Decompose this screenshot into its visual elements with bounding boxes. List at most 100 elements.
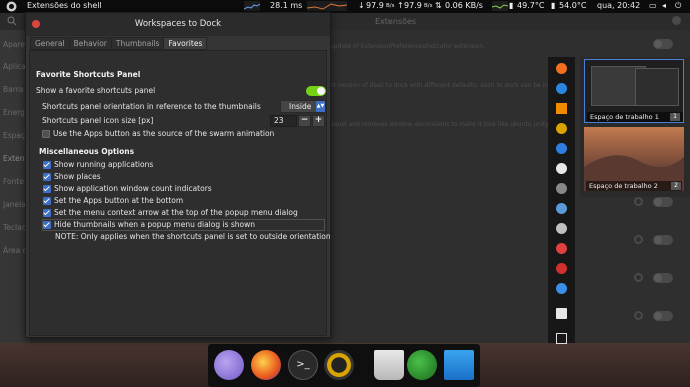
chevron-updown-icon: ▲▼ — [316, 101, 325, 112]
extension-description: et version of dash to dock with differen… — [330, 82, 565, 89]
system-monitor-icon[interactable] — [407, 350, 437, 380]
option-checkbox[interactable] — [43, 161, 51, 169]
orientation-value: Inside — [289, 102, 312, 111]
extension-toggle[interactable] — [653, 273, 673, 283]
gear-icon[interactable] — [634, 273, 643, 282]
upload-arrow-icon: ↑ — [397, 1, 404, 10]
gear-icon[interactable] — [634, 197, 643, 206]
transmission-icon[interactable] — [556, 203, 567, 214]
extension-toggle[interactable] — [653, 311, 673, 321]
home-folder-icon[interactable] — [556, 333, 567, 344]
option-label: Hide thumbnails when a popup menu dialog… — [54, 220, 256, 229]
option-checkbox[interactable] — [43, 173, 51, 181]
workspace-thumbnail[interactable]: Espaço de trabalho 1 1 — [584, 59, 684, 123]
extension-toggle[interactable] — [653, 235, 673, 245]
vlc-icon[interactable] — [556, 103, 567, 114]
workspace-label: Espaço de trabalho 1 — [587, 112, 683, 122]
apps-button-checkbox[interactable] — [42, 130, 50, 138]
document-viewer-icon[interactable] — [556, 308, 567, 319]
sidebar-item[interactable]: Aplica — [3, 62, 26, 71]
tab-thumbnails[interactable]: Thumbnails — [110, 37, 165, 50]
sidebar-item[interactable]: Fonte — [3, 177, 24, 186]
increment-button[interactable]: + — [312, 115, 325, 127]
tasks-icon[interactable] — [556, 283, 567, 294]
store-icon[interactable] — [556, 143, 567, 154]
firefox-icon[interactable] — [251, 350, 281, 380]
extension-toggle[interactable] — [653, 39, 673, 49]
extensions-close-icon[interactable] — [672, 16, 681, 25]
orientation-label: Shortcuts panel orientation in reference… — [42, 102, 261, 111]
workspace-label: Espaço de trabalho 2 — [586, 181, 682, 191]
sidebar-item[interactable]: Área d — [3, 246, 27, 255]
sidebar-item[interactable]: Janela — [3, 200, 26, 209]
calendar-icon[interactable] — [556, 243, 567, 254]
extensions-title: Extensões — [375, 17, 417, 26]
text-editor-icon[interactable] — [556, 163, 567, 174]
favorites-shortcuts-panel — [548, 57, 575, 344]
extension-description: update of ExtensionPreferencesIndicator … — [330, 43, 486, 50]
tab-favorites[interactable]: Favorites — [163, 37, 208, 50]
settings-icon[interactable] — [556, 183, 567, 194]
favorites-heading: Favorite Shortcuts Panel — [36, 70, 141, 79]
rhythmbox-icon[interactable] — [324, 350, 354, 380]
volume-icon[interactable]: ◂ — [662, 1, 666, 10]
tab-general[interactable]: General — [30, 37, 70, 50]
chromium-icon[interactable] — [556, 83, 567, 94]
workspaces-to-dock-dialog: Workspaces to Dock General Behavior Thum… — [25, 12, 331, 338]
disk-value: 0.06 KB/s — [445, 1, 483, 10]
window-preview — [635, 68, 679, 106]
display-icon[interactable]: ▭ — [649, 1, 657, 10]
sidebar-item[interactable]: Espaç — [3, 131, 25, 140]
option-label: Show application window count indicators — [54, 184, 212, 193]
option-checkbox[interactable] — [43, 197, 51, 205]
workspace-thumbnails: Espaço de trabalho 1 1 Espaço de trabalh… — [580, 57, 690, 197]
thermometer-icon: ▮ — [509, 1, 514, 10]
disk-usage-icon[interactable] — [556, 223, 567, 234]
bottom-dock: >_ — [208, 344, 480, 387]
show-shortcuts-switch[interactable] — [306, 86, 326, 96]
firefox-icon[interactable] — [556, 63, 567, 74]
sidebar-item[interactable]: Apare — [3, 40, 25, 49]
gear-icon[interactable] — [634, 235, 643, 244]
option-label: Set the menu context arrow at the top of… — [54, 208, 298, 217]
option-checkbox[interactable] — [43, 221, 51, 229]
tab-bar: General Behavior Thumbnails Favorites — [30, 37, 208, 50]
app-menu[interactable]: Extensões do shell — [27, 1, 102, 10]
graph-icon-2 — [491, 1, 509, 13]
clock[interactable]: qua, 20:42 — [597, 1, 640, 10]
show-apps-icon[interactable] — [214, 350, 244, 380]
rhythmbox-icon[interactable] — [556, 123, 567, 134]
trash-icon[interactable] — [374, 350, 404, 380]
dialog-titlebar: Workspaces to Dock — [26, 13, 330, 36]
calendar-app-icon[interactable] — [556, 263, 567, 274]
thermometer-icon-2: ▮ — [551, 1, 556, 10]
net-down-value: 97.9 — [366, 1, 384, 10]
tab-behavior[interactable]: Behavior — [68, 37, 112, 50]
files-icon[interactable] — [444, 350, 474, 380]
orientation-dropdown[interactable]: Inside ▲▼ — [280, 100, 326, 113]
workspace-number: 2 — [671, 182, 681, 190]
search-icon[interactable] — [7, 16, 17, 28]
gear-icon[interactable] — [634, 311, 643, 320]
net-up-value: 97.9 — [404, 1, 422, 10]
download-arrow-icon: ↓ — [358, 1, 365, 10]
net-down-unit: B/s — [386, 3, 395, 9]
decrement-button[interactable]: − — [298, 115, 311, 127]
sidebar-item[interactable]: Barra — [3, 85, 23, 94]
power-icon[interactable]: ⏻ — [675, 1, 681, 11]
sidebar-item[interactable]: Teclad — [3, 223, 27, 232]
workspace-thumbnail[interactable]: Espaço de trabalho 2 2 — [584, 127, 684, 191]
note-text: NOTE: Only applies when the shortcuts pa… — [55, 232, 331, 241]
option-label: Show places — [54, 172, 101, 181]
favorites-panel: Favorite Shortcuts Panel Show a favorite… — [29, 50, 331, 336]
option-checkbox[interactable] — [43, 185, 51, 193]
disk-icon: ⇅ — [435, 1, 442, 10]
apps-button-label: Use the Apps button as the source of the… — [53, 129, 275, 138]
sidebar-item[interactable]: Energ — [3, 108, 25, 117]
icon-size-input[interactable]: 23 — [270, 115, 297, 127]
workspace-number: 1 — [670, 113, 680, 121]
option-checkbox[interactable] — [43, 209, 51, 217]
terminal-icon[interactable]: >_ — [288, 350, 318, 380]
dialog-title: Workspaces to Dock — [134, 19, 222, 29]
extension-toggle[interactable] — [653, 197, 673, 207]
